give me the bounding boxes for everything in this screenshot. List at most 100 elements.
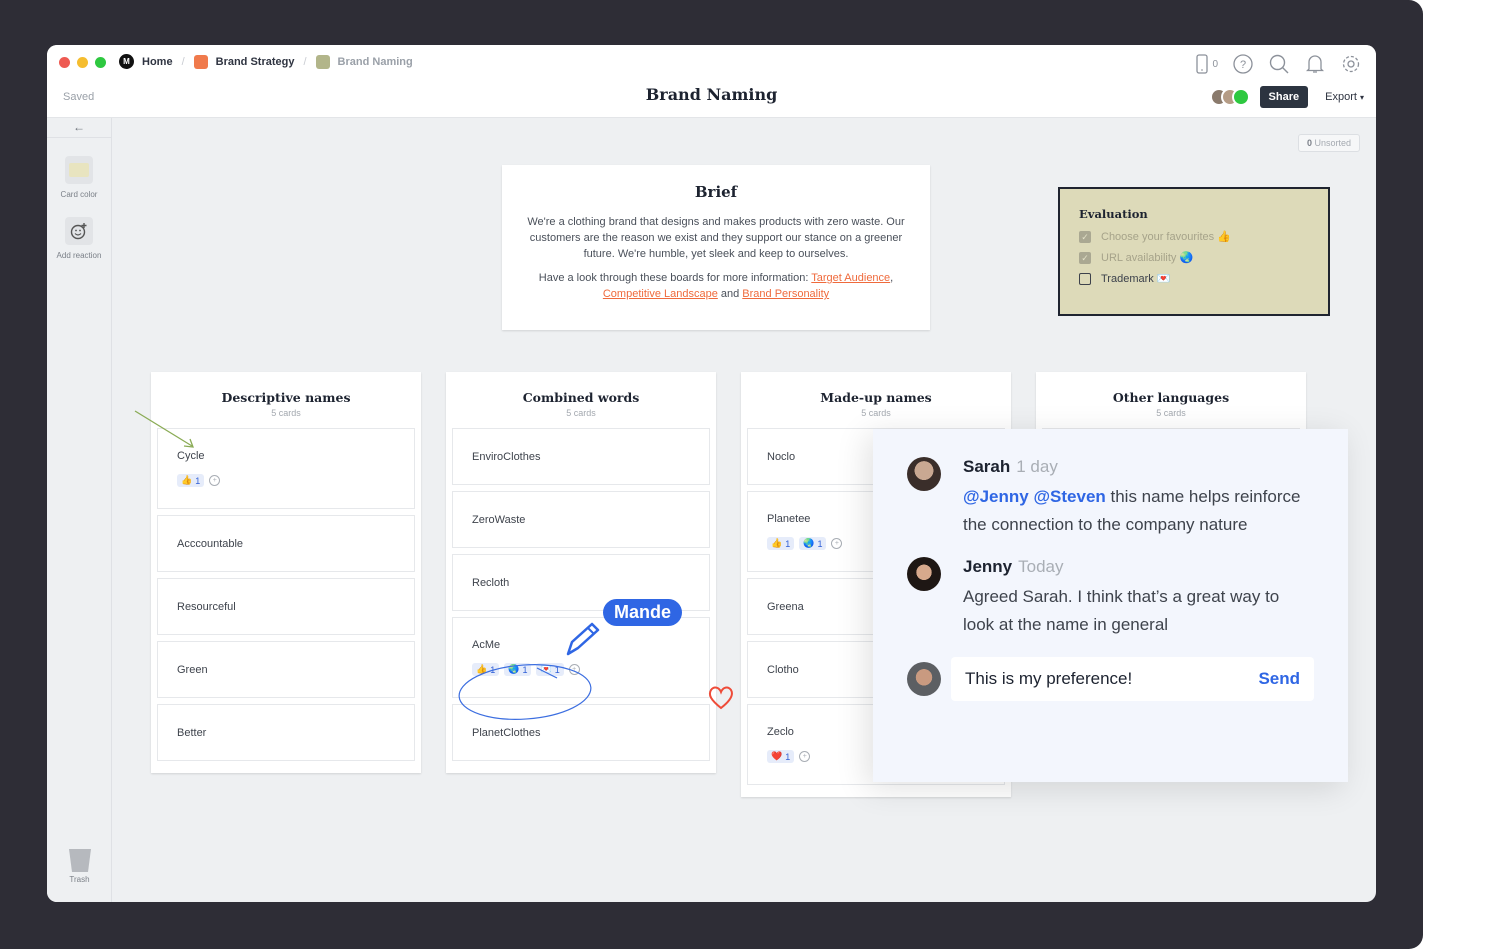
comment-body: @Jenny @Steven this name helps reinforce…	[963, 483, 1314, 539]
card-name: Green	[177, 663, 208, 676]
phone-icon	[1196, 54, 1209, 74]
unsorted-label: Unsorted	[1314, 138, 1351, 148]
comment-thread-panel: Sarah 1 day @Jenny @Steven this name help…	[873, 429, 1348, 782]
chevron-down-icon: ▾	[1359, 93, 1364, 102]
comment-author: Jenny	[963, 557, 1013, 576]
reply-input[interactable]	[965, 669, 1225, 689]
checkbox-checked[interactable]: ✓	[1079, 251, 1091, 264]
add-reaction-icon[interactable]: +	[209, 475, 221, 486]
reply-box: Send	[951, 657, 1314, 701]
checklist-item[interactable]: ✓ URL availability 🌏	[1079, 251, 1309, 264]
checklist-label: Choose your favourites 👍	[1101, 231, 1231, 243]
trash-button[interactable]: Trash	[47, 847, 112, 884]
unsorted-count: 0	[1306, 138, 1312, 148]
top-icons: 0 ?	[1196, 53, 1362, 75]
column-card-count: 5 cards	[861, 408, 891, 418]
checklist-item[interactable]: ✓ Choose your favourites 👍	[1079, 230, 1309, 243]
export-label: Export	[1325, 91, 1357, 103]
comment: Jenny Today Agreed Sarah. I think that’s …	[907, 557, 1314, 639]
evaluation-checklist[interactable]: Evaluation ✓ Choose your favourites 👍 ✓ UR…	[1058, 187, 1330, 316]
card-name: Acccountable	[177, 537, 244, 550]
send-button[interactable]: Send	[1258, 669, 1300, 689]
mention[interactable]: @Jenny	[963, 487, 1029, 506]
share-button[interactable]: Share	[1259, 86, 1309, 108]
collaborator-avatars[interactable]	[1209, 88, 1250, 106]
mobile-devices-button[interactable]: 0	[1196, 54, 1218, 74]
close-window-button[interactable]	[59, 57, 70, 68]
link-competitive-landscape[interactable]: Competitive Landscape	[603, 288, 718, 300]
globe-icon: 🌏	[803, 538, 815, 548]
column-title: Combined words	[522, 390, 640, 405]
reaction-thumbs-up[interactable]: 👍 1	[177, 474, 205, 487]
unsorted-button[interactable]: 0 Unsorted	[1297, 134, 1360, 152]
avatar	[907, 557, 941, 591]
links-intro: Have a look through these boards for mor…	[538, 272, 812, 284]
minimize-window-button[interactable]	[77, 57, 88, 68]
breadcrumb-brand-strategy[interactable]: Brand Strategy	[216, 56, 295, 68]
card-color-icon	[65, 156, 93, 184]
card-name: EnviroClothes	[472, 450, 541, 463]
arrow-annotation	[134, 410, 194, 448]
mention[interactable]: @Steven	[1033, 487, 1105, 506]
brief-note[interactable]: Brief We're a clothing brand that design…	[502, 165, 930, 330]
reaction-globe[interactable]: 🌏 1	[799, 537, 827, 550]
brief-title: Brief	[694, 183, 738, 201]
link-brand-personality[interactable]: Brand Personality	[742, 288, 829, 300]
list-item[interactable]: EnviroClothes	[452, 428, 710, 485]
reaction-heart[interactable]: ❤️ 1	[767, 750, 795, 763]
breadcrumb: M Home / Brand Strategy / Brand Naming	[119, 54, 413, 69]
add-reaction-icon	[65, 217, 93, 245]
tool-label: Add reaction	[56, 251, 102, 260]
link-target-audience[interactable]: Target Audience	[811, 272, 890, 284]
list-item[interactable]: Better	[157, 704, 415, 761]
brief-paragraph: We're a clothing brand that designs and …	[527, 216, 905, 260]
reactions: 👍 1 +	[177, 474, 395, 487]
card-color-tool[interactable]: Card color	[47, 156, 111, 199]
settings-button[interactable]	[1340, 53, 1362, 75]
search-button[interactable]	[1268, 53, 1290, 75]
add-reaction-icon[interactable]: +	[799, 751, 811, 762]
list-item[interactable]: Resourceful	[157, 578, 415, 635]
pencil-cursor-icon	[566, 622, 600, 656]
bell-icon	[1306, 55, 1324, 73]
share-row: Share Export ▾	[1209, 86, 1364, 108]
add-reaction-icon[interactable]: +	[831, 538, 843, 549]
avatar	[907, 457, 941, 491]
checkbox-checked[interactable]: ✓	[1079, 230, 1091, 243]
card-name: Cycle	[177, 450, 205, 462]
card-name: PlanetClothes	[472, 726, 541, 739]
checkbox-unchecked[interactable]	[1079, 272, 1091, 285]
comment-body: Agreed Sarah. I think that’s a great way…	[963, 587, 1280, 634]
evaluation-title: Evaluation	[1079, 207, 1148, 221]
brief-links: Have a look through these boards for mor…	[522, 270, 910, 302]
breadcrumb-home[interactable]: Home	[142, 56, 173, 68]
device-count: 0	[1212, 58, 1218, 70]
list-item[interactable]: Green	[157, 641, 415, 698]
help-icon: ?	[1233, 54, 1253, 74]
reaction-count: 1	[817, 538, 823, 549]
add-reaction-tool[interactable]: Add reaction	[47, 217, 111, 260]
maximize-window-button[interactable]	[95, 57, 106, 68]
heart-icon: ❤️	[771, 751, 783, 761]
checklist-label: Trademark 💌	[1101, 273, 1171, 285]
thumbs-up-icon: 👍	[181, 475, 193, 485]
collaborator-cursor-label: Mande	[603, 599, 683, 626]
checklist-item[interactable]: Trademark 💌	[1079, 272, 1309, 285]
svg-text:?: ?	[1240, 59, 1246, 71]
page-title: Brand Naming	[645, 85, 778, 104]
breadcrumb-brand-naming: Brand Naming	[337, 55, 413, 68]
reaction-count: 1	[195, 475, 201, 486]
notifications-button[interactable]	[1304, 53, 1326, 75]
tool-label: Card color	[60, 190, 98, 199]
help-button[interactable]: ?	[1232, 53, 1254, 75]
comment-time: 1 day	[1016, 457, 1058, 476]
search-icon	[1269, 54, 1289, 74]
list-item[interactable]: ZeroWaste	[452, 491, 710, 548]
reaction-thumbs-up[interactable]: 👍 1	[767, 537, 795, 550]
milanote-logo-icon: M	[119, 54, 134, 69]
back-button[interactable]: ←	[47, 118, 111, 138]
list-item[interactable]: Acccountable	[157, 515, 415, 572]
export-menu[interactable]: Export ▾	[1325, 91, 1364, 103]
reaction-count: 1	[785, 751, 791, 762]
window-controls	[59, 57, 106, 68]
